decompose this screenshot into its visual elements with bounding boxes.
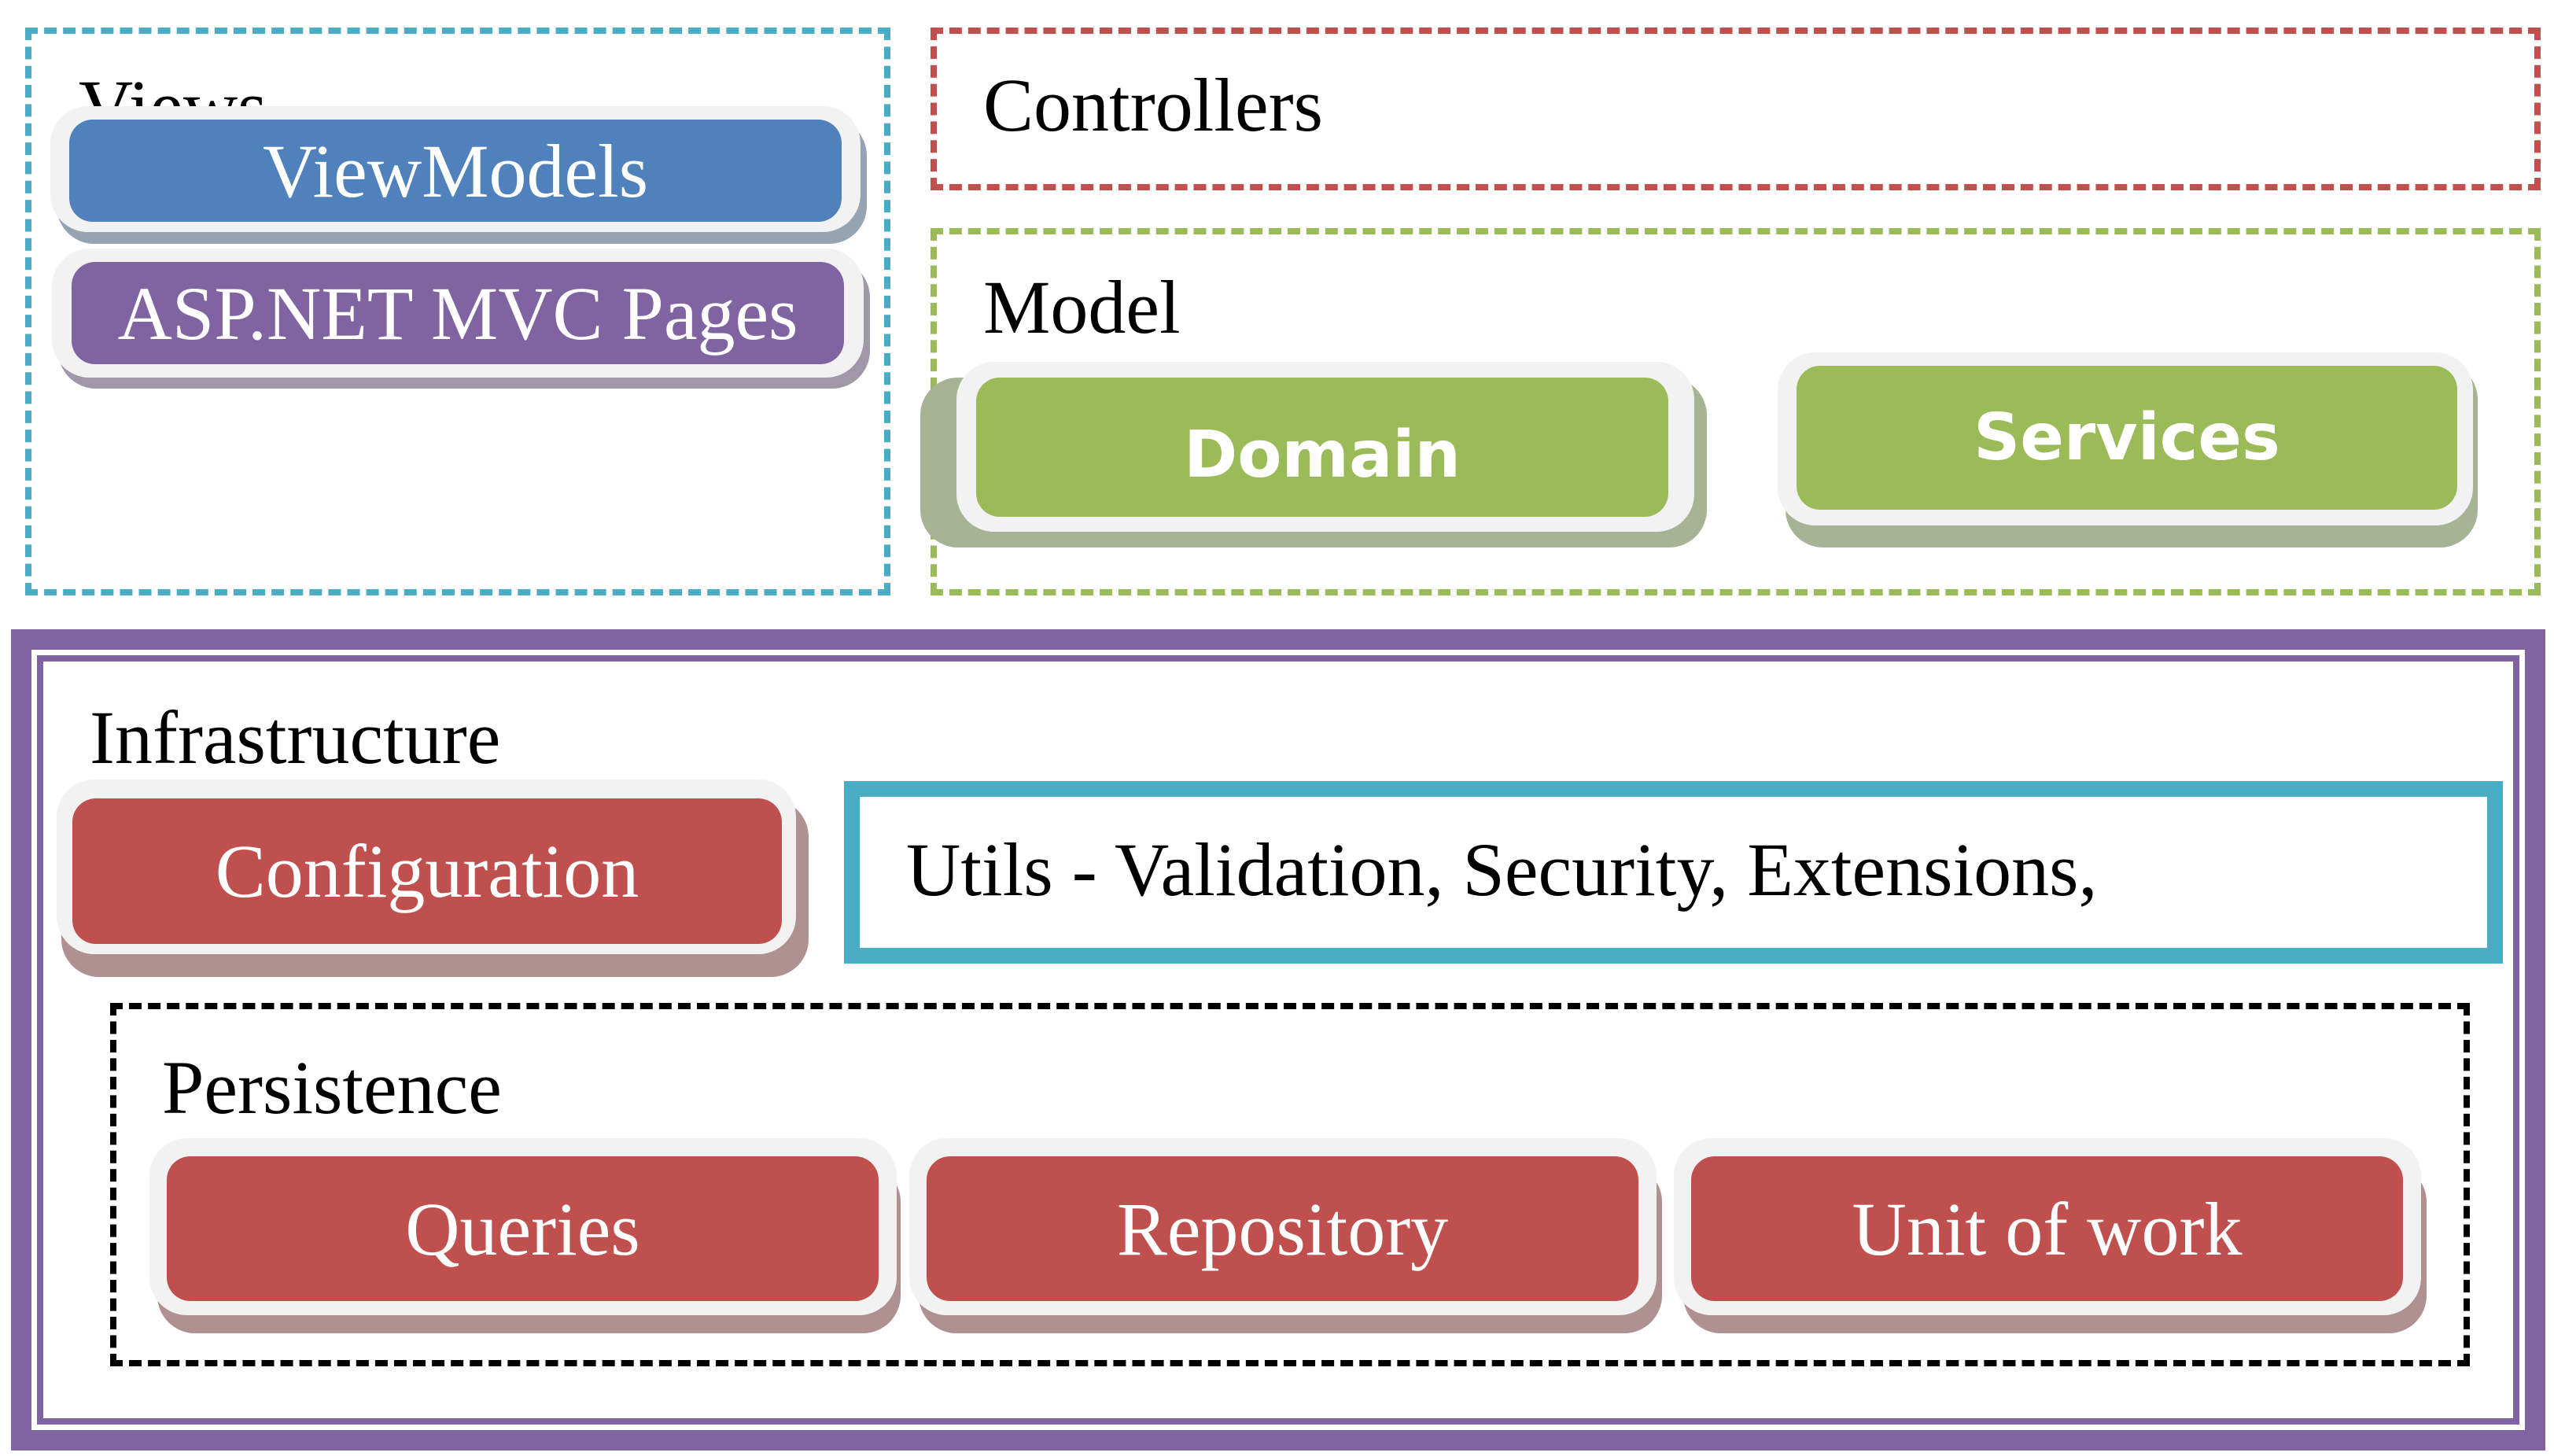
- unit-of-work-block: Unit of work: [1691, 1156, 2403, 1301]
- persistence-label: Persistence: [162, 1045, 502, 1130]
- infrastructure-label: Infrastructure: [90, 695, 501, 780]
- domain-block: Domain: [976, 378, 1668, 517]
- configuration-block: Configuration: [72, 798, 782, 944]
- repository-block: Repository: [927, 1156, 1638, 1301]
- viewmodels-block: ViewModels: [69, 120, 842, 222]
- utils-label: Utils - Validation, Security, Extensions…: [906, 828, 2098, 912]
- services-block: Services: [1797, 366, 2457, 510]
- queries-block: Queries: [167, 1156, 879, 1301]
- controllers-label: Controllers: [983, 63, 1323, 147]
- aspnet-pages-block: ASP.NET MVC Pages: [72, 262, 844, 364]
- model-label: Model: [983, 265, 1181, 349]
